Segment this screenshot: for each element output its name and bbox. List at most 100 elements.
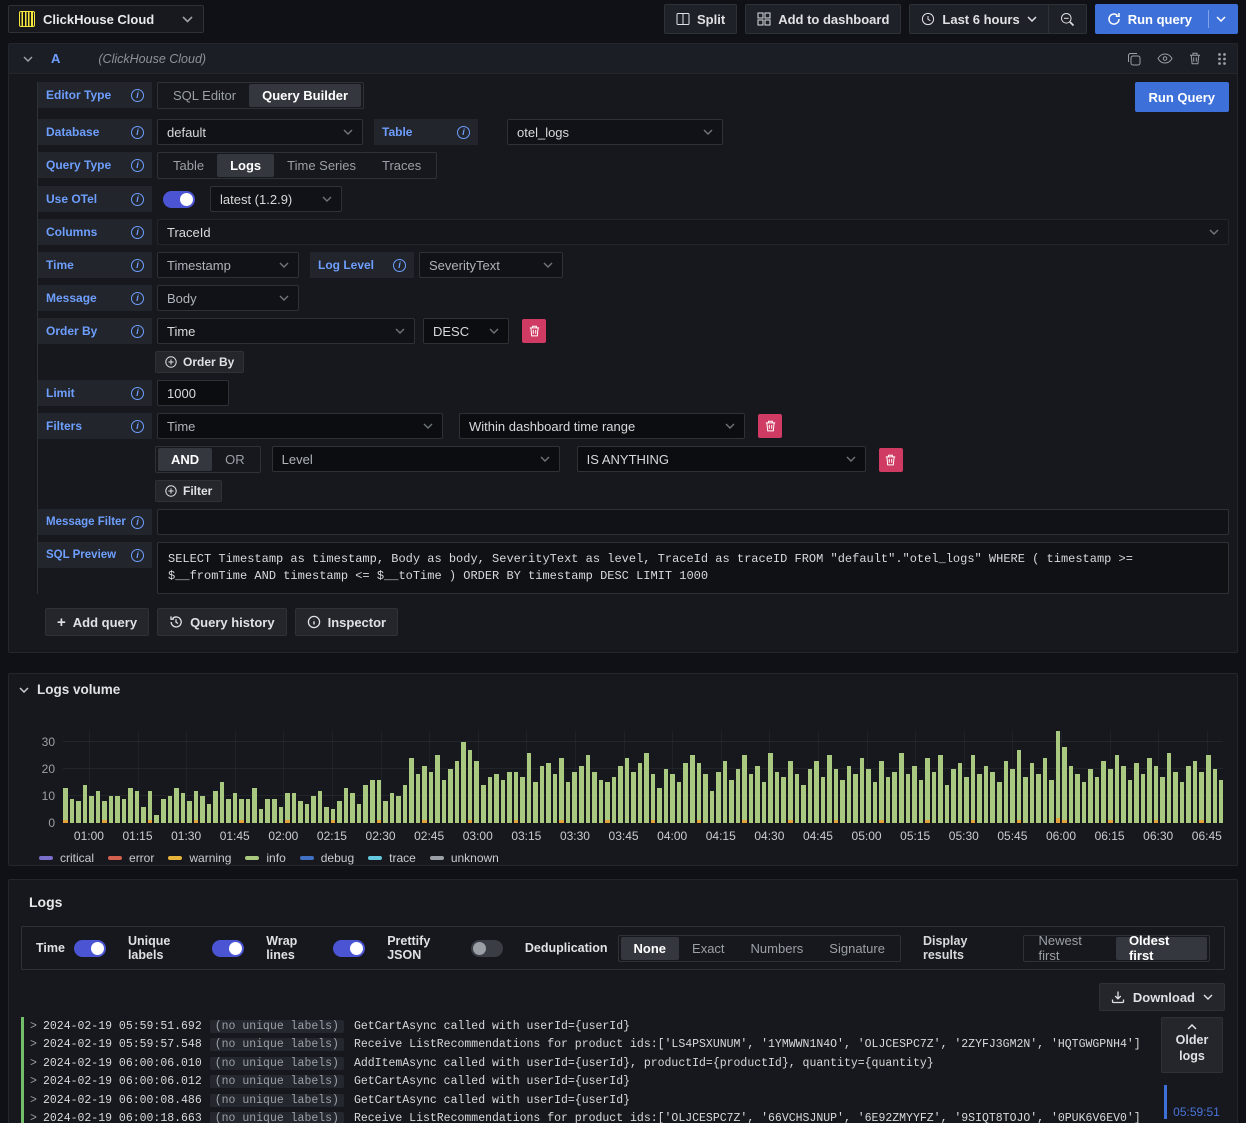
legend-item-critical[interactable]: critical bbox=[39, 851, 94, 865]
option-none[interactable]: None bbox=[620, 936, 680, 960]
datasource-picker[interactable]: ClickHouse Cloud bbox=[8, 5, 204, 33]
message-filter-input[interactable] bbox=[157, 509, 1229, 535]
otel-version-select[interactable]: latest (1.2.9) bbox=[210, 186, 342, 212]
expand-log-chevron-icon[interactable]: > bbox=[30, 1094, 43, 1107]
expand-log-chevron-icon[interactable]: > bbox=[30, 1057, 43, 1070]
time-column-select[interactable]: Timestamp bbox=[157, 252, 299, 278]
message-column-select[interactable]: Body bbox=[157, 285, 299, 311]
table-select[interactable]: otel_logs bbox=[507, 119, 723, 145]
duplicate-query-icon[interactable] bbox=[1127, 52, 1141, 66]
info-icon[interactable] bbox=[131, 515, 144, 529]
logs-volume-header[interactable]: Logs volume bbox=[19, 682, 1227, 697]
log-row[interactable]: >2024-02-19 06:00:18.663 (no unique label… bbox=[21, 1109, 1159, 1123]
info-icon[interactable] bbox=[457, 125, 470, 139]
filter-field-select[interactable]: Time bbox=[157, 413, 443, 439]
zoom-out-time-button[interactable] bbox=[1049, 5, 1086, 33]
log-row[interactable]: >2024-02-19 06:00:06.012 (no unique label… bbox=[21, 1072, 1159, 1091]
remove-sub-filter-button[interactable] bbox=[878, 447, 903, 472]
logs-volume-chart[interactable]: 0 10 20 30 bbox=[42, 731, 1223, 830]
time-switch[interactable] bbox=[73, 939, 106, 957]
time-range-picker[interactable]: Last 6 hours bbox=[910, 5, 1047, 33]
option-table[interactable]: Table bbox=[160, 154, 217, 177]
add-query-button[interactable]: + Add query bbox=[45, 608, 150, 636]
use-otel-toggle[interactable] bbox=[163, 190, 195, 208]
log-row[interactable]: >2024-02-19 06:00:08.486 (no unique label… bbox=[21, 1091, 1159, 1110]
expand-log-chevron-icon[interactable]: > bbox=[30, 1020, 43, 1033]
run-query-button[interactable]: Run query bbox=[1094, 4, 1238, 34]
hide-query-eye-icon[interactable] bbox=[1157, 53, 1173, 64]
split-button[interactable]: Split bbox=[664, 4, 738, 34]
run-query-panel-button[interactable]: Run Query bbox=[1134, 82, 1229, 112]
sub-filter-operator-select[interactable]: IS ANYTHING bbox=[576, 446, 866, 472]
info-icon[interactable] bbox=[131, 324, 144, 338]
legend-item-debug[interactable]: debug bbox=[299, 851, 354, 865]
log-labels-badge: (no unique labels) bbox=[209, 1093, 344, 1107]
log-row[interactable]: >2024-02-19 05:59:57.548 (no unique label… bbox=[21, 1035, 1159, 1054]
bar bbox=[311, 795, 316, 823]
x-tick-label: 05:45 bbox=[997, 829, 1028, 843]
prettify-json-switch[interactable] bbox=[470, 939, 503, 957]
info-icon[interactable] bbox=[393, 258, 406, 272]
info-icon[interactable] bbox=[131, 258, 144, 272]
info-icon[interactable] bbox=[131, 291, 144, 305]
download-button[interactable]: Download bbox=[1098, 983, 1225, 1011]
unique-labels-switch[interactable] bbox=[212, 939, 245, 957]
zoom-out-icon bbox=[1060, 12, 1074, 26]
order-by-direction-select[interactable]: DESC bbox=[423, 318, 509, 344]
bar bbox=[925, 758, 930, 823]
columns-multiselect[interactable]: TraceId bbox=[157, 219, 1229, 245]
legend-item-warning[interactable]: warning bbox=[168, 851, 231, 865]
info-icon[interactable] bbox=[131, 192, 144, 206]
info-icon[interactable] bbox=[131, 548, 144, 562]
older-logs-button[interactable]: Older logs bbox=[1161, 1017, 1223, 1073]
legend-item-trace[interactable]: trace bbox=[368, 851, 416, 865]
info-icon[interactable] bbox=[131, 88, 144, 102]
log-level-column-select[interactable]: SeverityText bbox=[419, 252, 563, 278]
bar bbox=[369, 779, 375, 823]
info-icon[interactable] bbox=[131, 158, 144, 172]
info-icon[interactable] bbox=[131, 419, 144, 433]
sub-filter-field-select[interactable]: Level bbox=[271, 446, 560, 472]
expand-log-chevron-icon[interactable]: > bbox=[30, 1112, 43, 1123]
filters-row: Filters Time Within dashboard time range bbox=[38, 413, 1229, 439]
order-by-field-select[interactable]: Time bbox=[157, 318, 415, 344]
option-and[interactable]: AND bbox=[158, 448, 213, 471]
remove-filter-button[interactable] bbox=[758, 414, 782, 438]
option-time-series[interactable]: Time Series bbox=[274, 154, 369, 177]
option-query-builder[interactable]: Query Builder bbox=[249, 84, 362, 107]
database-select[interactable]: default bbox=[157, 119, 363, 145]
legend-item-unknown[interactable]: unknown bbox=[429, 851, 499, 865]
option-numbers[interactable]: Numbers bbox=[738, 937, 817, 960]
info-icon[interactable] bbox=[131, 125, 144, 139]
remove-order-by-button[interactable] bbox=[522, 319, 546, 343]
inspector-button[interactable]: Inspector bbox=[294, 608, 399, 636]
expand-log-chevron-icon[interactable]: > bbox=[30, 1075, 43, 1088]
info-icon[interactable] bbox=[131, 386, 144, 400]
query-history-button[interactable]: Query history bbox=[157, 608, 287, 636]
query-row-header[interactable]: A (ClickHouse Cloud) bbox=[9, 44, 1237, 74]
option-traces[interactable]: Traces bbox=[369, 154, 434, 177]
info-icon[interactable] bbox=[131, 225, 144, 239]
option-newest-first[interactable]: Newest first bbox=[1026, 933, 1116, 963]
option-logs[interactable]: Logs bbox=[217, 154, 275, 177]
legend-item-error[interactable]: error bbox=[108, 851, 154, 865]
filter-operator-select[interactable]: Within dashboard time range bbox=[459, 413, 745, 439]
option-exact[interactable]: Exact bbox=[679, 937, 738, 960]
limit-input[interactable]: 1000 bbox=[157, 380, 229, 406]
option-sql-editor[interactable]: SQL Editor bbox=[160, 84, 249, 107]
log-row[interactable]: >2024-02-19 05:59:51.692 (no unique label… bbox=[21, 1017, 1159, 1036]
remove-query-trash-icon[interactable] bbox=[1189, 52, 1201, 65]
log-row[interactable]: >2024-02-19 06:00:06.010 (no unique label… bbox=[21, 1054, 1159, 1073]
legend-item-info[interactable]: info bbox=[245, 851, 286, 865]
expand-log-chevron-icon[interactable]: > bbox=[30, 1038, 43, 1051]
wrap-lines-switch[interactable] bbox=[333, 939, 366, 957]
add-to-dashboard-button[interactable]: Add to dashboard bbox=[745, 4, 902, 34]
add-order-by-button[interactable]: Order By bbox=[155, 351, 245, 373]
log-labels-badge: (no unique labels) bbox=[209, 1112, 344, 1123]
option-signature[interactable]: Signature bbox=[816, 937, 898, 960]
add-filter-button[interactable]: Filter bbox=[155, 480, 223, 502]
bar bbox=[95, 790, 101, 823]
drag-handle-icon[interactable] bbox=[1217, 52, 1227, 66]
option-or[interactable]: OR bbox=[212, 448, 258, 471]
option-oldest-first[interactable]: Oldest first bbox=[1115, 933, 1207, 963]
